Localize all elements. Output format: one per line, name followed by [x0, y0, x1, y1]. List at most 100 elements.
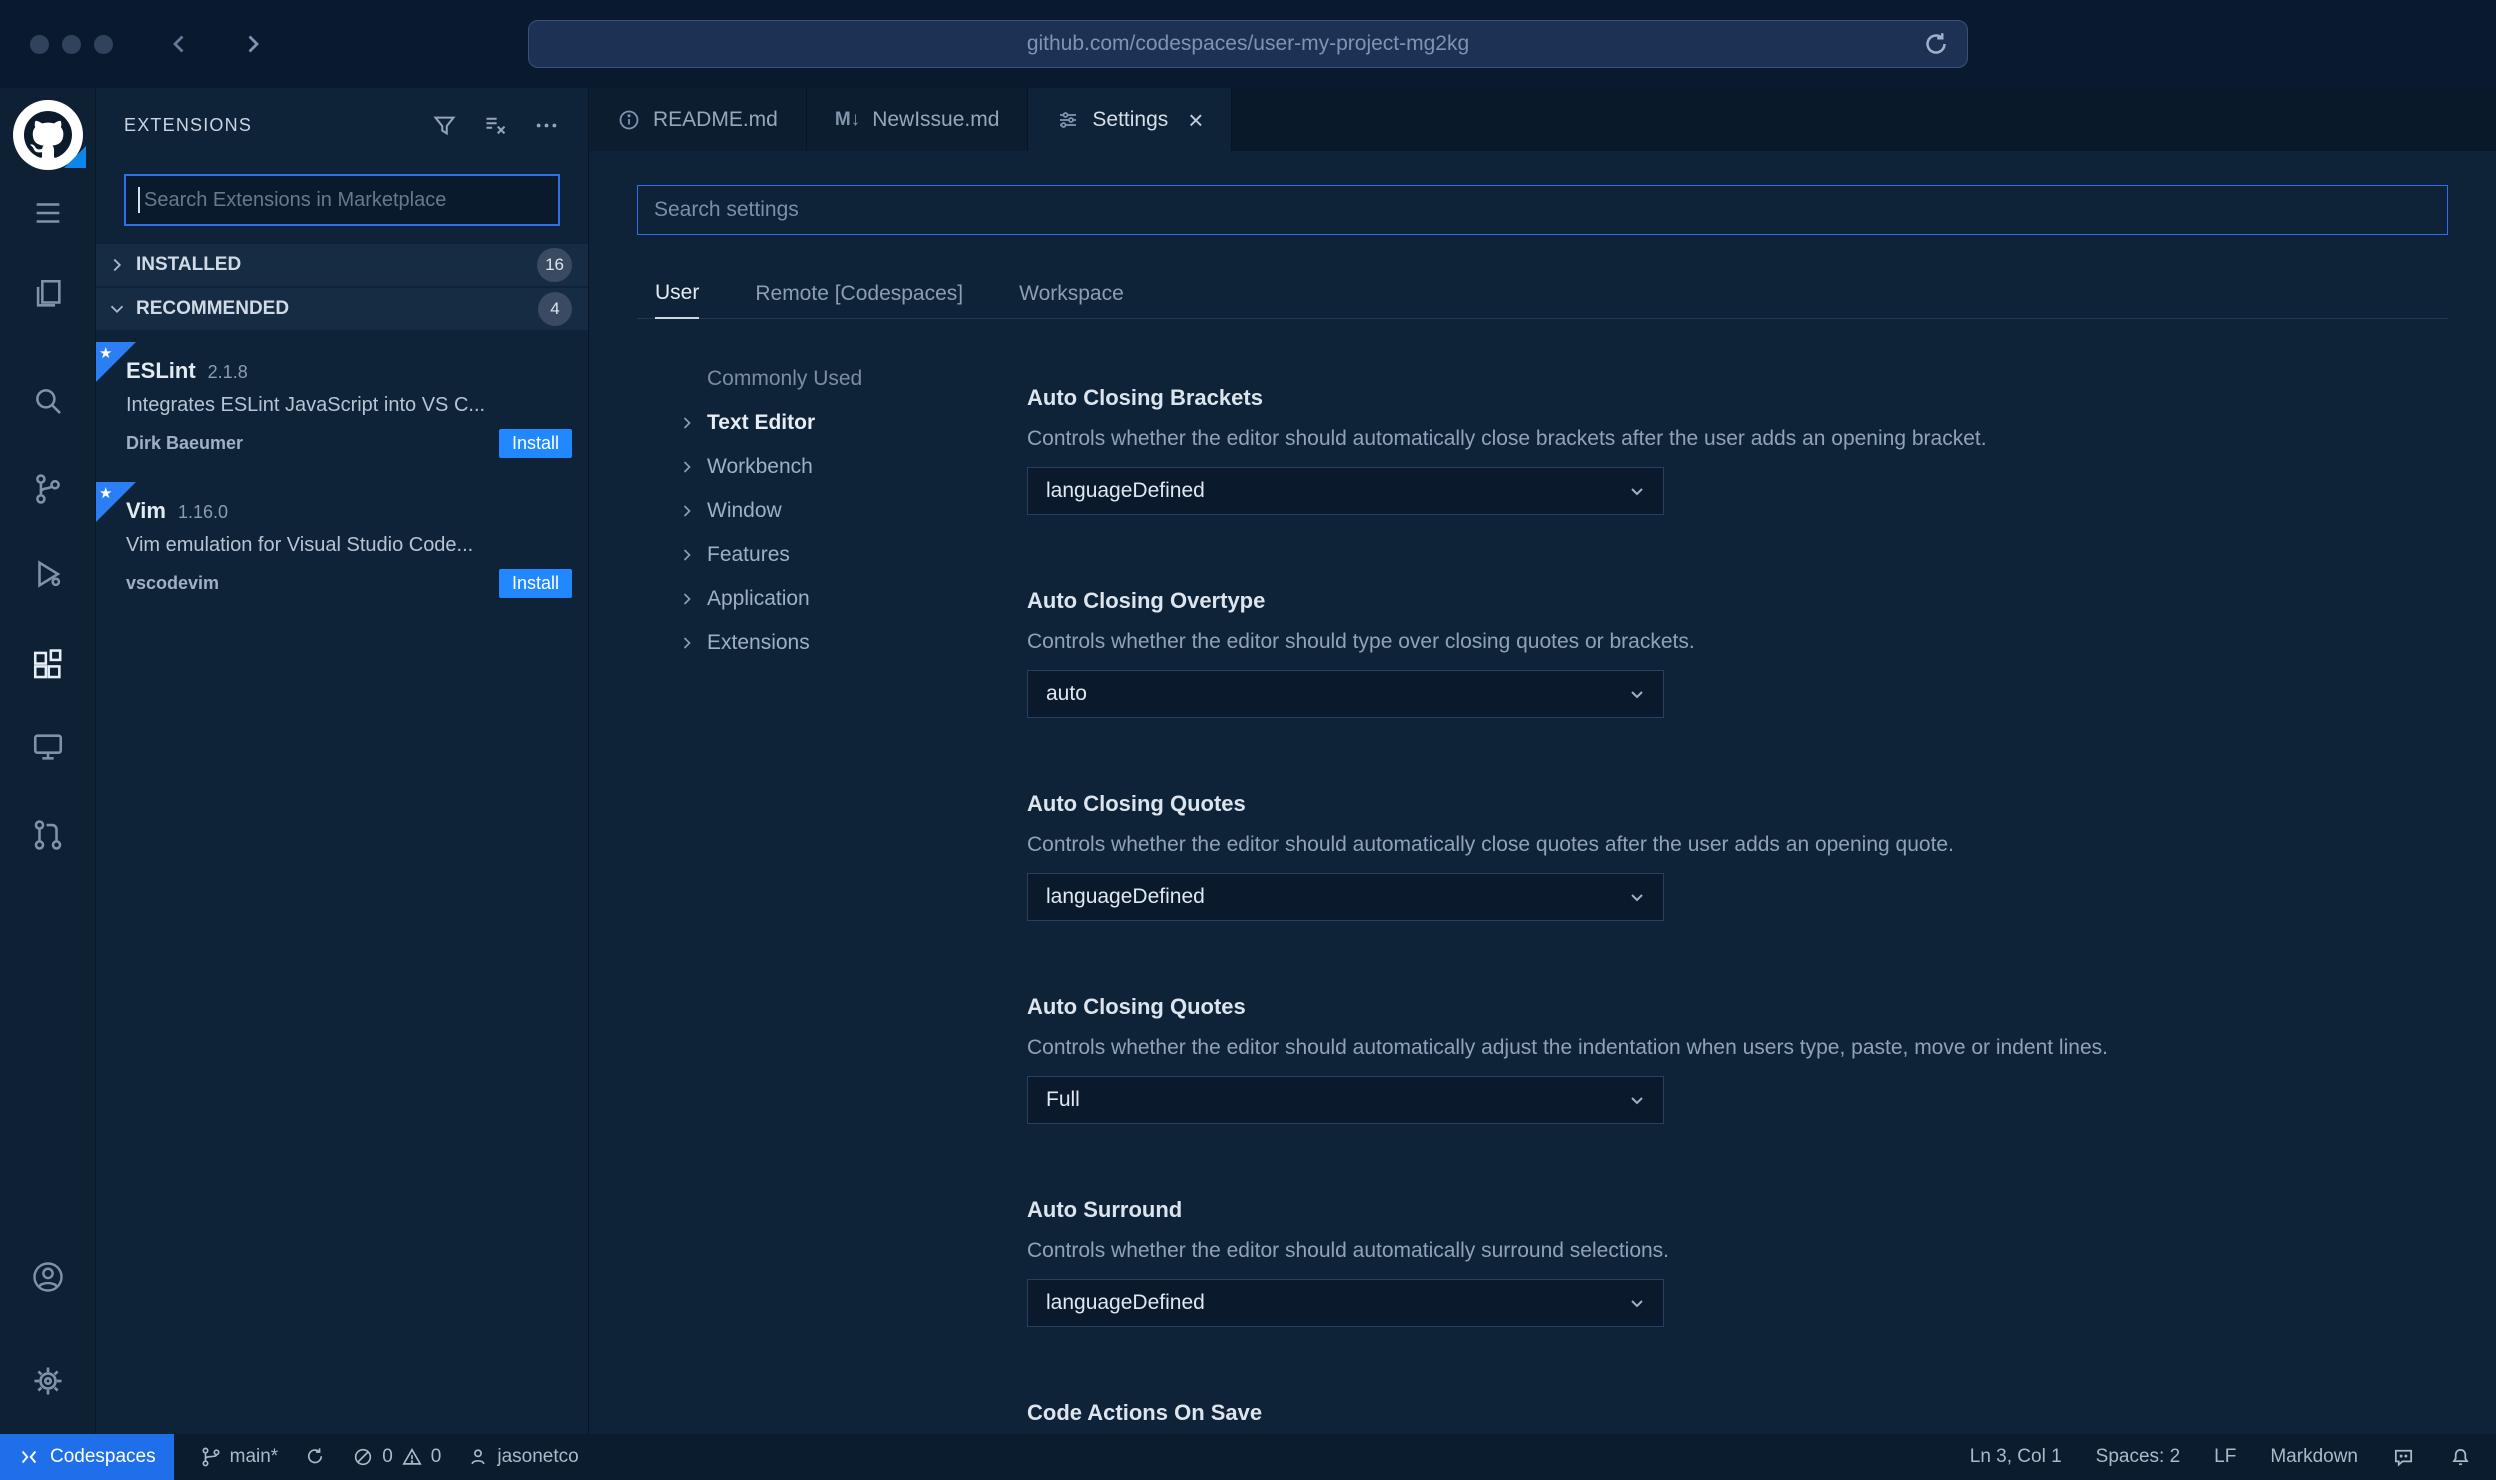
pull-requests-icon[interactable]: [31, 818, 65, 852]
search-icon[interactable]: [31, 384, 65, 418]
tab-readme[interactable]: README.md: [589, 88, 807, 151]
toc-text-editor[interactable]: Text Editor: [677, 401, 1007, 445]
source-control-icon[interactable]: [31, 472, 65, 506]
browser-chrome: github.com/codespaces/user-my-project-mg…: [0, 0, 2496, 88]
run-debug-icon[interactable]: [31, 557, 65, 591]
codespaces-icon: [18, 1446, 40, 1468]
toc-application[interactable]: Application: [677, 577, 1007, 621]
extension-name: ESLint: [126, 358, 196, 383]
install-button[interactable]: Install: [498, 429, 572, 458]
toc-extensions[interactable]: Extensions: [677, 621, 1007, 665]
sidebar-title: EXTENSIONS: [124, 114, 253, 135]
more-actions-icon[interactable]: [533, 112, 560, 139]
chevron-down-icon: [106, 298, 128, 320]
codespaces-remote-indicator[interactable]: Codespaces: [0, 1434, 174, 1480]
dropdown-value: auto: [1046, 682, 1087, 705]
extension-version: 1.16.0: [177, 502, 228, 522]
section-installed[interactable]: INSTALLED 16: [96, 244, 588, 286]
notifications-bell-icon[interactable]: [2449, 1446, 2472, 1469]
settings-gear-icon[interactable]: [30, 1364, 66, 1398]
sync-indicator[interactable]: [304, 1446, 326, 1468]
window-controls[interactable]: [30, 34, 113, 54]
setting-description: Controls whether the editor should autom…: [1027, 1036, 2108, 1059]
toc-window[interactable]: Window: [677, 489, 1007, 533]
branch-indicator[interactable]: main*: [200, 1446, 278, 1468]
warning-icon: [401, 1446, 423, 1468]
toc-commonly-used[interactable]: Commonly Used: [677, 357, 1007, 401]
install-button[interactable]: Install: [498, 569, 572, 598]
menu-icon[interactable]: [31, 196, 65, 230]
setting-dropdown[interactable]: languageDefined: [1027, 873, 1664, 921]
settings-scope-tabs: User Remote [Codespaces] Workspace: [637, 269, 2448, 319]
extension-item-vim[interactable]: ★ Vim 1.16.0 Vim emulation for Visual St…: [96, 482, 588, 610]
window-minimize-button[interactable]: [62, 34, 81, 54]
settings-search-input[interactable]: Search settings: [637, 185, 2448, 235]
scope-tab-remote[interactable]: Remote [Codespaces]: [755, 282, 963, 318]
problems-indicator[interactable]: 0 0: [352, 1446, 441, 1468]
dropdown-value: languageDefined: [1046, 479, 1205, 502]
scope-tab-user[interactable]: User: [655, 281, 700, 319]
close-icon[interactable]: ×: [1188, 107, 1203, 133]
info-icon: [617, 108, 641, 132]
back-icon[interactable]: [165, 29, 195, 59]
text-caret: [138, 187, 140, 213]
tab-label: NewIssue.md: [872, 107, 1000, 131]
chevron-right-icon: [677, 633, 697, 653]
extension-description: Integrates ESLint JavaScript into VS C..…: [126, 394, 486, 416]
window-close-button[interactable]: [30, 34, 49, 54]
github-logo-icon[interactable]: [12, 100, 86, 170]
account-icon[interactable]: [30, 1260, 66, 1294]
setting-dropdown[interactable]: languageDefined: [1027, 1279, 1664, 1327]
setting-dropdown[interactable]: languageDefined: [1027, 467, 1664, 515]
recommended-count-badge: 4: [538, 292, 572, 326]
toc-features[interactable]: Features: [677, 533, 1007, 577]
extensions-sidebar: EXTENSIONS Search Extensions in Marketpl…: [96, 88, 589, 1434]
extension-item-eslint[interactable]: ★ ESLint 2.1.8 Integrates ESLint JavaScr…: [96, 342, 588, 470]
extension-publisher: vscodevim: [126, 573, 220, 593]
setting-title: Auto Surround: [1027, 1197, 1183, 1222]
tab-settings[interactable]: Settings ×: [1028, 88, 1233, 151]
settings-toc: Commonly Used Text Editor Workbench Wind…: [677, 357, 1007, 665]
tab-newissue[interactable]: M↓ NewIssue.md: [806, 88, 1029, 151]
chevron-right-icon: [677, 457, 697, 477]
chevron-down-icon: [1625, 479, 1649, 503]
forward-icon[interactable]: [237, 29, 267, 59]
extensions-icon[interactable]: [31, 648, 65, 682]
setting-dropdown[interactable]: Full: [1027, 1076, 1664, 1124]
browser-nav: [165, 29, 267, 59]
status-bar: Codespaces main* 0 0 jasonetco Ln 3, Col…: [0, 1434, 2496, 1480]
setting-description: Controls whether the editor should type …: [1027, 630, 1695, 653]
recommended-ribbon-icon: ★: [96, 482, 136, 522]
scope-tab-workspace[interactable]: Workspace: [1019, 282, 1124, 318]
user-indicator[interactable]: jasonetco: [467, 1446, 579, 1468]
extension-publisher: Dirk Baeumer: [126, 433, 244, 453]
remote-explorer-icon[interactable]: [31, 730, 65, 764]
chevron-right-icon: [677, 413, 697, 433]
feedback-icon[interactable]: [2392, 1446, 2415, 1469]
filter-icon[interactable]: [431, 112, 458, 139]
section-recommended[interactable]: RECOMMENDED 4: [96, 288, 588, 330]
clear-search-icon[interactable]: [482, 112, 509, 139]
indentation[interactable]: Spaces: 2: [2096, 1446, 2181, 1468]
setting-title: Auto Closing Quotes: [1027, 994, 1246, 1019]
address-bar[interactable]: github.com/codespaces/user-my-project-mg…: [528, 20, 1968, 68]
extensions-search-input[interactable]: Search Extensions in Marketplace: [124, 174, 560, 226]
activity-bar: [0, 88, 96, 1434]
chevron-right-icon: [677, 501, 697, 521]
eol-indicator[interactable]: LF: [2214, 1446, 2236, 1468]
settings-rows: Auto Closing Brackets Controls whether t…: [1027, 384, 2436, 1434]
vscode-corner-icon: [63, 146, 86, 168]
window-maximize-button[interactable]: [94, 34, 113, 54]
setting-dropdown[interactable]: auto: [1027, 670, 1664, 718]
toc-workbench[interactable]: Workbench: [677, 445, 1007, 489]
sidebar-header: EXTENSIONS: [96, 88, 588, 162]
person-icon: [467, 1446, 489, 1468]
dropdown-value: languageDefined: [1046, 885, 1205, 908]
setting-row-auto-closing-overtype: Auto Closing Overtype Controls whether t…: [1027, 587, 2436, 718]
refresh-icon[interactable]: [1921, 30, 1951, 60]
explorer-icon[interactable]: [31, 277, 65, 311]
chevron-right-icon: [677, 545, 697, 565]
cursor-position[interactable]: Ln 3, Col 1: [1970, 1446, 2062, 1468]
language-mode[interactable]: Markdown: [2270, 1446, 2358, 1468]
setting-row-auto-indent: Auto Closing Quotes Controls whether the…: [1027, 993, 2436, 1124]
